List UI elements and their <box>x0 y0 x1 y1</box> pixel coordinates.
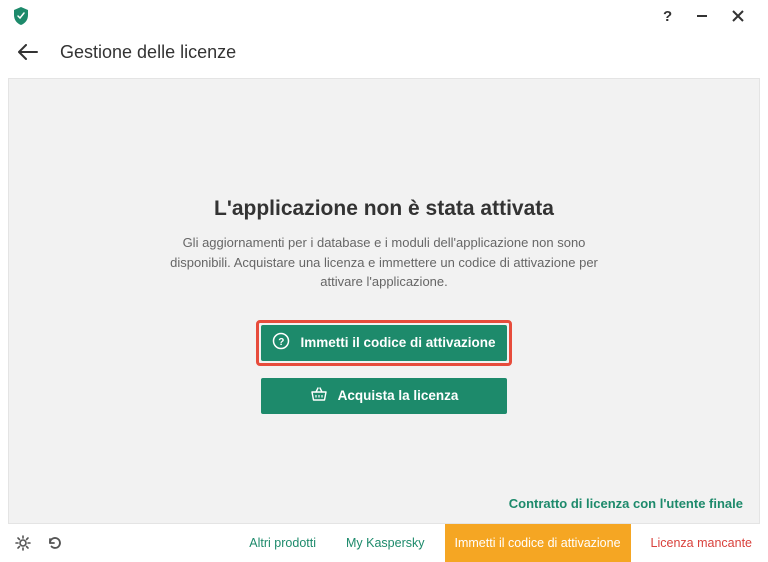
eula-link[interactable]: Contratto di licenza con l'utente finale <box>509 496 743 511</box>
window-titlebar: ? <box>0 0 768 32</box>
action-button-group: ? Immetti il codice di attivazione Acqui… <box>256 320 512 414</box>
highlighted-action: ? Immetti il codice di attivazione <box>256 320 512 366</box>
activation-description: Gli aggiornamenti per i database e i mod… <box>164 233 604 292</box>
refresh-button[interactable] <box>44 532 66 554</box>
svg-text:?: ? <box>279 337 285 348</box>
other-products-link[interactable]: Altri prodotti <box>239 524 326 562</box>
basket-icon <box>310 385 328 406</box>
footer-bar: Altri prodotti My Kaspersky Immetti il c… <box>0 524 768 562</box>
footer-enter-code-button[interactable]: Immetti il codice di attivazione <box>445 524 631 562</box>
settings-button[interactable] <box>12 532 34 554</box>
question-circle-icon: ? <box>272 332 290 353</box>
enter-code-button-label: Immetti il codice di attivazione <box>300 335 495 350</box>
svg-text:?: ? <box>663 8 672 24</box>
close-button[interactable] <box>720 2 756 30</box>
help-button[interactable]: ? <box>648 2 684 30</box>
enter-activation-code-button[interactable]: ? Immetti il codice di attivazione <box>261 325 507 361</box>
my-kaspersky-link[interactable]: My Kaspersky <box>336 524 435 562</box>
license-missing-link[interactable]: Licenza mancante <box>641 524 768 562</box>
page-title: Gestione delle licenze <box>60 42 236 63</box>
back-button[interactable] <box>16 40 40 64</box>
buy-license-button[interactable]: Acquista la licenza <box>261 378 507 414</box>
page-header: Gestione delle licenze <box>0 32 768 78</box>
app-logo-icon <box>12 7 30 25</box>
activation-heading: L'applicazione non è stata attivata <box>214 197 554 221</box>
buy-license-button-label: Acquista la licenza <box>338 388 459 403</box>
main-content: L'applicazione non è stata attivata Gli … <box>8 78 760 524</box>
minimize-button[interactable] <box>684 2 720 30</box>
